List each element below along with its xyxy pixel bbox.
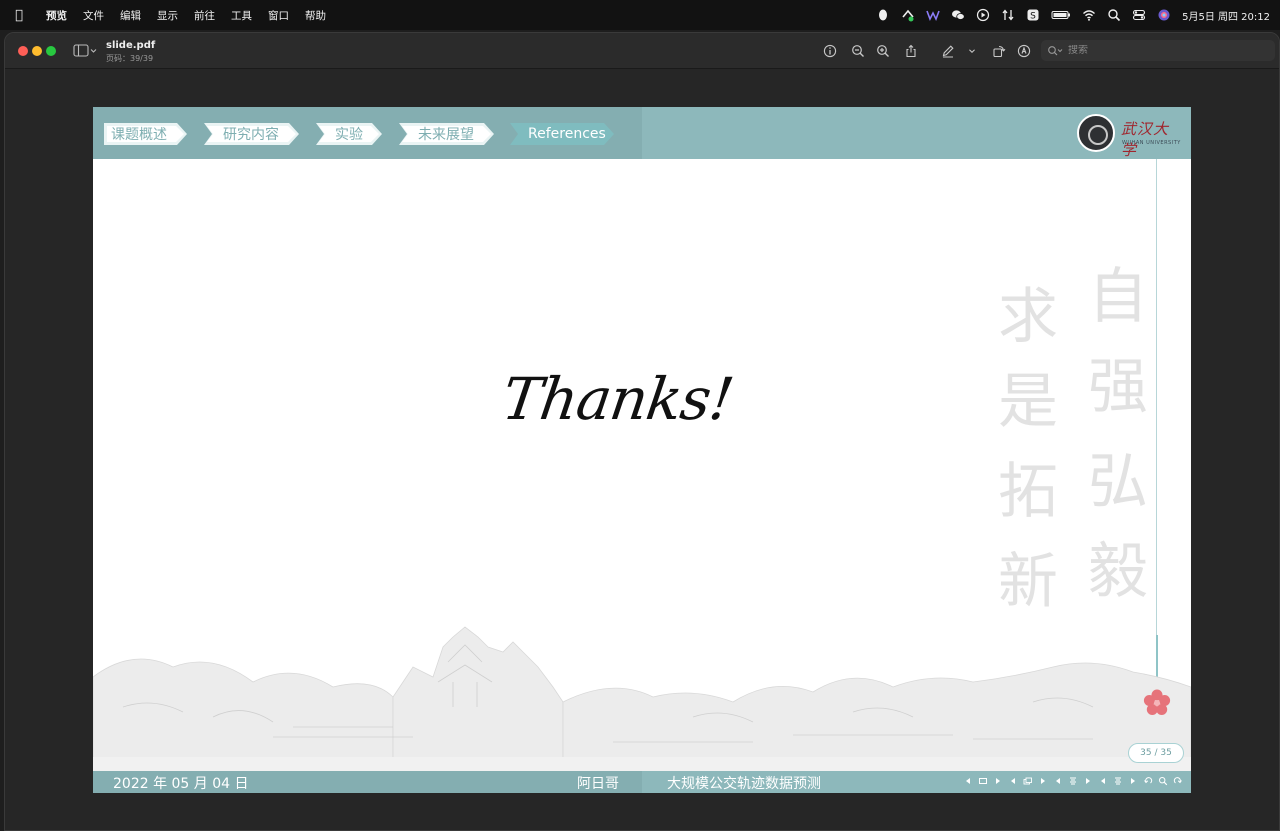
nav-prev-document-icon[interactable] xyxy=(1098,775,1108,787)
page-count-label: 页码：39/39 xyxy=(106,54,154,63)
document-title: slide.pdf xyxy=(106,40,156,51)
play-icon[interactable] xyxy=(976,8,990,22)
section-tab-label: 课题概述 xyxy=(111,127,167,143)
section-tab-overview[interactable]: 课题概述 xyxy=(104,123,187,145)
menu-edit[interactable]: 编辑 xyxy=(112,8,149,23)
footer-author: 阿日哥 xyxy=(577,776,619,792)
search-input[interactable] xyxy=(1068,45,1258,56)
footer-date: 2022 年 05 月 04 日 xyxy=(113,776,249,792)
markup-pen-icon[interactable] xyxy=(940,43,956,59)
section-tab-experiment[interactable]: 实验 xyxy=(316,123,382,145)
calligraphy-watermark: 自 强 弘 毅 求 是 拓 新 xyxy=(993,257,1163,637)
calligraphy-char: 强 xyxy=(1088,352,1148,422)
university-seal-icon xyxy=(1077,114,1115,152)
svg-text:S: S xyxy=(1030,12,1036,22)
nav-search-icon[interactable] xyxy=(1158,775,1168,787)
zoom-button[interactable] xyxy=(46,46,56,56)
calligraphy-char: 毅 xyxy=(1088,537,1148,607)
section-tab-references[interactable]: References xyxy=(510,123,614,145)
zoom-out-icon[interactable] xyxy=(850,43,866,59)
nav-forward-icon[interactable] xyxy=(1173,775,1183,787)
wifi-icon[interactable] xyxy=(1082,8,1096,22)
slide-header-bar: 课题概述 研究内容 实验 未来展望 References 武汉大学 WUHAN … xyxy=(93,107,1191,159)
beamer-navigation xyxy=(963,775,1183,787)
nav-next-frame-icon[interactable] xyxy=(993,775,1003,787)
calligraphy-char: 自 xyxy=(1088,262,1148,332)
nav-back-icon[interactable] xyxy=(1143,775,1153,787)
calligraphy-char: 新 xyxy=(998,547,1058,617)
calligraphy-char: 是 xyxy=(998,367,1058,437)
section-tab-future[interactable]: 未来展望 xyxy=(399,123,494,145)
spotlight-search-icon[interactable] xyxy=(1107,8,1121,22)
nav-frame-icon[interactable] xyxy=(978,775,988,787)
menu-window[interactable]: 窗口 xyxy=(260,8,297,23)
slide-page-indicator: 35 / 35 xyxy=(1128,743,1184,763)
menu-go[interactable]: 前往 xyxy=(186,8,223,23)
nav-next-document-icon[interactable] xyxy=(1128,775,1138,787)
footer-title: 大规模公交轨迹数据预测 xyxy=(667,776,821,792)
nav-section-icon[interactable] xyxy=(1068,775,1078,787)
menu-preview[interactable]: 预览 xyxy=(38,8,75,23)
section-tab-label: 实验 xyxy=(335,127,363,143)
logo-text: 武汉大学 xyxy=(1121,120,1170,159)
share-icon[interactable] xyxy=(903,43,919,59)
calligraphy-char: 弘 xyxy=(1088,447,1148,517)
plum-blossom-icon xyxy=(1143,689,1171,715)
sidebar-icon xyxy=(73,44,97,57)
app-s-icon[interactable]: S xyxy=(1026,8,1040,22)
slide-page: 课题概述 研究内容 实验 未来展望 References 武汉大学 WUHAN … xyxy=(93,107,1191,793)
network-arrows-icon[interactable] xyxy=(1001,8,1015,22)
preview-window: slide.pdf 页码：39/39 课题概述 研究内容 xyxy=(4,32,1280,831)
section-tab-label: 未来展望 xyxy=(418,127,474,143)
thanks-text: Thanks! xyxy=(498,365,737,433)
section-tab-label: References xyxy=(528,126,606,142)
markup-dropdown-chevron-icon[interactable] xyxy=(966,43,978,59)
logo-subtext: WUHAN UNIVERSITY xyxy=(1122,140,1181,146)
qq-icon[interactable] xyxy=(876,8,890,22)
menu-help[interactable]: 帮助 xyxy=(297,8,334,23)
nav-prev-frame-icon[interactable] xyxy=(963,775,973,787)
control-center-icon[interactable] xyxy=(1132,8,1146,22)
minimize-button[interactable] xyxy=(32,46,42,56)
nav-next-subsection-icon[interactable] xyxy=(1038,775,1048,787)
section-tab-research[interactable]: 研究内容 xyxy=(204,123,299,145)
section-tab-label: 研究内容 xyxy=(223,127,279,143)
campus-landscape-illustration xyxy=(93,626,1191,771)
battery-icon[interactable] xyxy=(1051,8,1071,22)
word-app-icon[interactable] xyxy=(926,8,940,22)
sidebar-toggle-button[interactable] xyxy=(73,43,99,59)
info-icon[interactable] xyxy=(822,43,838,59)
rotate-icon[interactable] xyxy=(991,43,1007,59)
menu-bar:  预览 文件 编辑 显示 前往 工具 窗口 帮助 S 5月5日 周四 20:1… xyxy=(0,0,1280,30)
close-button[interactable] xyxy=(18,46,28,56)
window-toolbar: slide.pdf 页码：39/39 xyxy=(5,33,1279,69)
calligraphy-char: 求 xyxy=(998,282,1058,352)
nav-subsection-icon[interactable] xyxy=(1023,775,1033,787)
nav-next-section-icon[interactable] xyxy=(1083,775,1093,787)
menubar-clock[interactable]: 5月5日 周四 20:12 xyxy=(1182,8,1270,23)
apple-menu-icon[interactable]:  xyxy=(0,8,38,23)
university-logo: 武汉大学 WUHAN UNIVERSITY xyxy=(1077,114,1181,159)
search-icon xyxy=(1048,45,1063,55)
search-field[interactable] xyxy=(1041,40,1275,61)
wechat-icon[interactable] xyxy=(951,8,965,22)
slide-footer: 2022 年 05 月 04 日 阿日哥 大规模公交轨迹数据预测 xyxy=(93,771,1191,793)
nav-prev-subsection-icon[interactable] xyxy=(1008,775,1018,787)
menu-tools[interactable]: 工具 xyxy=(223,8,260,23)
siri-icon[interactable] xyxy=(1157,8,1171,22)
calligraphy-char: 拓 xyxy=(998,457,1058,527)
annotate-icon[interactable] xyxy=(1016,43,1032,59)
sync-status-icon[interactable] xyxy=(901,8,915,22)
menu-file[interactable]: 文件 xyxy=(75,8,112,23)
nav-document-icon[interactable] xyxy=(1113,775,1123,787)
nav-prev-section-icon[interactable] xyxy=(1053,775,1063,787)
menu-view[interactable]: 显示 xyxy=(149,8,186,23)
zoom-in-icon[interactable] xyxy=(875,43,891,59)
